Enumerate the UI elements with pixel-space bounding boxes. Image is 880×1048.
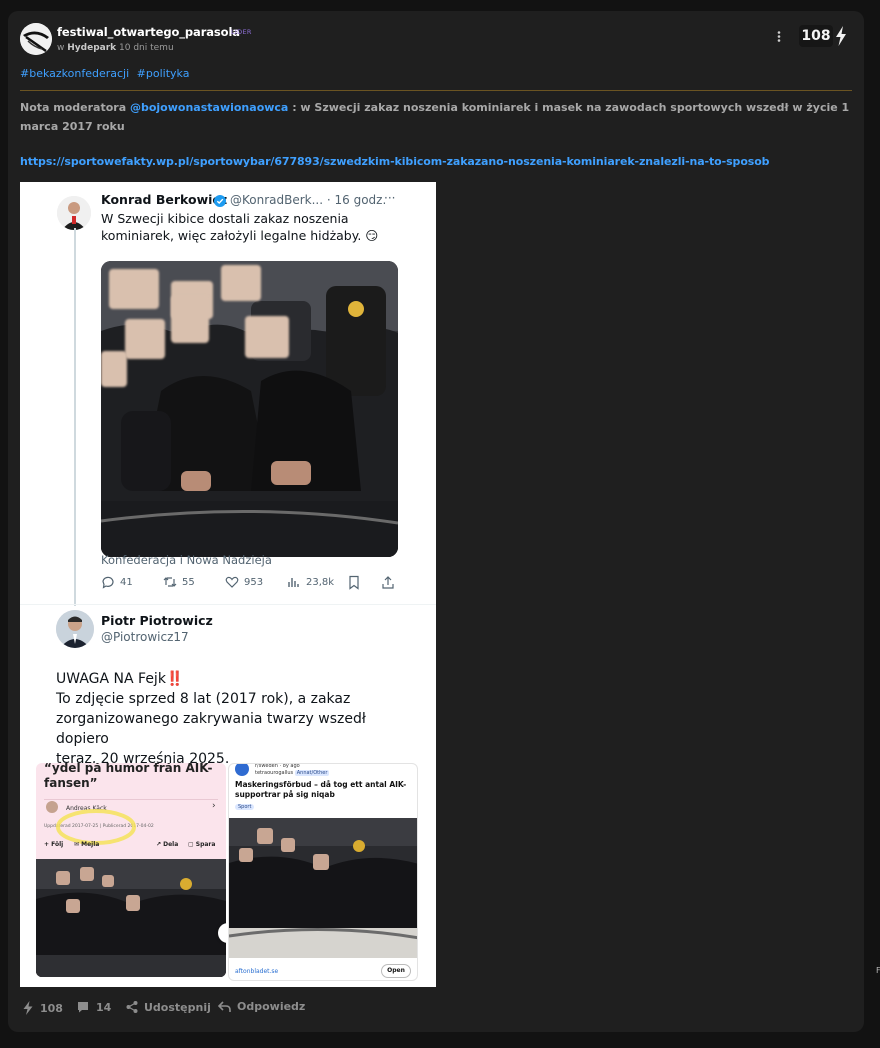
heart-icon [225, 576, 239, 588]
post-time: 10 dni temu [119, 43, 174, 53]
post-source: aftonbladet.se [235, 968, 279, 975]
follow-label: + Följ [44, 841, 64, 848]
upvote-bolt-icon[interactable] [834, 25, 848, 47]
fejk-line: UWAGA NA Fejk [56, 671, 166, 687]
username[interactable]: festiwal_otwartego_parasola [57, 25, 240, 39]
blurred-face [221, 265, 261, 301]
user-avatar[interactable] [20, 23, 52, 55]
subreddit-icon [235, 764, 249, 776]
retweet-count: 55 [182, 576, 195, 588]
reply-count: 41 [120, 576, 133, 588]
highlight-circle [56, 809, 136, 845]
blurred-face [125, 319, 165, 359]
rank-badge: LIDER [231, 28, 252, 36]
tag-link[interactable]: #polityka [137, 67, 190, 80]
tweet-photo [101, 261, 398, 557]
headline-line: fansen” [44, 776, 98, 790]
article-link[interactable]: https://sportowefakty.wp.pl/sportowybar/… [20, 155, 770, 168]
tweet-handle-time: @KonradBerk... · 16 godz. [230, 193, 387, 207]
more-options-icon[interactable] [772, 29, 786, 45]
article-headline: “ydel på humor från AIK- fansen” [44, 763, 224, 791]
share-nodes-icon [126, 1001, 138, 1013]
post-meta: w Hydepark 10 dni temu [57, 43, 174, 53]
moderator-note: Nota moderatora @bojowonastawionaowca : … [20, 98, 850, 136]
article-card-right: r/sweden · 8y ago tetraourogallus Annat/… [228, 763, 418, 981]
comments-count: 14 [96, 1000, 112, 1014]
thread-line [74, 228, 76, 606]
post-card: festiwal_otwartego_parasola LIDER w Hyde… [8, 11, 864, 1032]
article-photo [229, 818, 417, 958]
post-source-line: r/sweden · 8y ago [255, 763, 300, 769]
retweet-action: 55 [163, 575, 195, 589]
tweet-avatar [57, 196, 91, 230]
tweet-handle: @Piotrowicz17 [101, 630, 189, 644]
article-card-left: “ydel på humor från AIK- fansen” Andreas… [36, 763, 226, 977]
share-label: ↗ Dela [156, 841, 179, 848]
reply-arrow-icon [218, 1001, 231, 1012]
save-label: ▢ Spara [188, 841, 216, 848]
comments-button[interactable]: 14 [76, 1000, 111, 1014]
tag-list: #bekazkonfederacji #polityka [20, 67, 193, 80]
tweet-caption: Konfederacja i Nowa Nadzieja [101, 553, 272, 567]
separator [20, 604, 436, 605]
bookmark-icon [349, 575, 359, 590]
note-mention[interactable]: @bojowonastawionaowca [130, 101, 288, 114]
tweet-text-line: W Szwecji kibice dostali zakaz noszenia [101, 211, 349, 226]
post-user: tetraourogallus Annat/Other [255, 770, 330, 776]
article-photo [36, 859, 226, 977]
tweet-more-icon: ··· [384, 191, 396, 205]
embedded-image[interactable]: Konrad Berkowicz @KonradBerk... · 16 god… [20, 182, 436, 987]
tweet-text-line: kominiarek, więc założyli legalne hidżab… [101, 228, 379, 243]
tag-link[interactable]: #bekazkonfederacji [20, 67, 129, 80]
mail-label: ✉ Mejla [74, 841, 100, 848]
post-headline: Maskeringsförbud – då tog ett antal AIK-… [235, 780, 407, 799]
chevron-right-icon: › [212, 801, 216, 811]
views-chart-icon [288, 578, 299, 587]
blurred-face [171, 295, 209, 343]
community-link[interactable]: Hydepark [67, 43, 116, 53]
share-label: Udostępnij [144, 1000, 211, 1014]
open-button: Open [381, 964, 411, 978]
blurred-face [101, 351, 127, 387]
share-button[interactable]: Udostępnij [126, 1000, 211, 1014]
tweet-avatar [56, 610, 94, 648]
reply-icon [102, 576, 114, 589]
reply-label: Odpowiedz [237, 1000, 306, 1013]
headline-line: “ydel på humor från AIK- [44, 763, 213, 775]
reply-button[interactable]: Odpowiedz [218, 1000, 305, 1013]
blurred-face [109, 269, 159, 309]
divider [44, 799, 218, 800]
tweet-author-name: Konrad Berkowicz [101, 192, 228, 207]
views-action: 23,8k [287, 575, 334, 589]
blurred-face [245, 316, 289, 358]
comment-icon [78, 1002, 88, 1013]
fejk-line: To zdjęcie sprzed 8 lat (2017 rok), a za… [56, 691, 351, 707]
meta-prefix: w [57, 43, 65, 53]
note-label: Nota moderatora [20, 101, 127, 114]
score-counter: 108 [799, 25, 833, 47]
tweet-actions: 41 55 953 23,8k [101, 575, 401, 591]
tweet-body: UWAGA NA Fejk‼️ To zdjęcie sprzed 8 lat … [56, 669, 416, 769]
edge-mark: F [876, 966, 880, 975]
upvote-count: 108 [40, 1001, 63, 1015]
verified-badge-icon [214, 195, 226, 207]
bolt-icon [23, 1001, 33, 1015]
tweet-author-name: Piotr Piotrowicz [101, 613, 213, 628]
share-icon [382, 576, 394, 589]
divider [20, 90, 852, 91]
post-tag: Sport [235, 804, 255, 810]
fejk-line: zorganizowanego zakrywania twarzy wszedł… [56, 711, 366, 747]
upvote-button[interactable]: 108 [22, 1000, 63, 1016]
reply-action: 41 [101, 575, 133, 589]
double-exclamation-icon: ‼️ [165, 671, 184, 687]
like-action: 953 [225, 575, 263, 589]
retweet-icon [163, 577, 177, 587]
views-count: 23,8k [306, 576, 335, 588]
like-count: 953 [244, 576, 264, 588]
